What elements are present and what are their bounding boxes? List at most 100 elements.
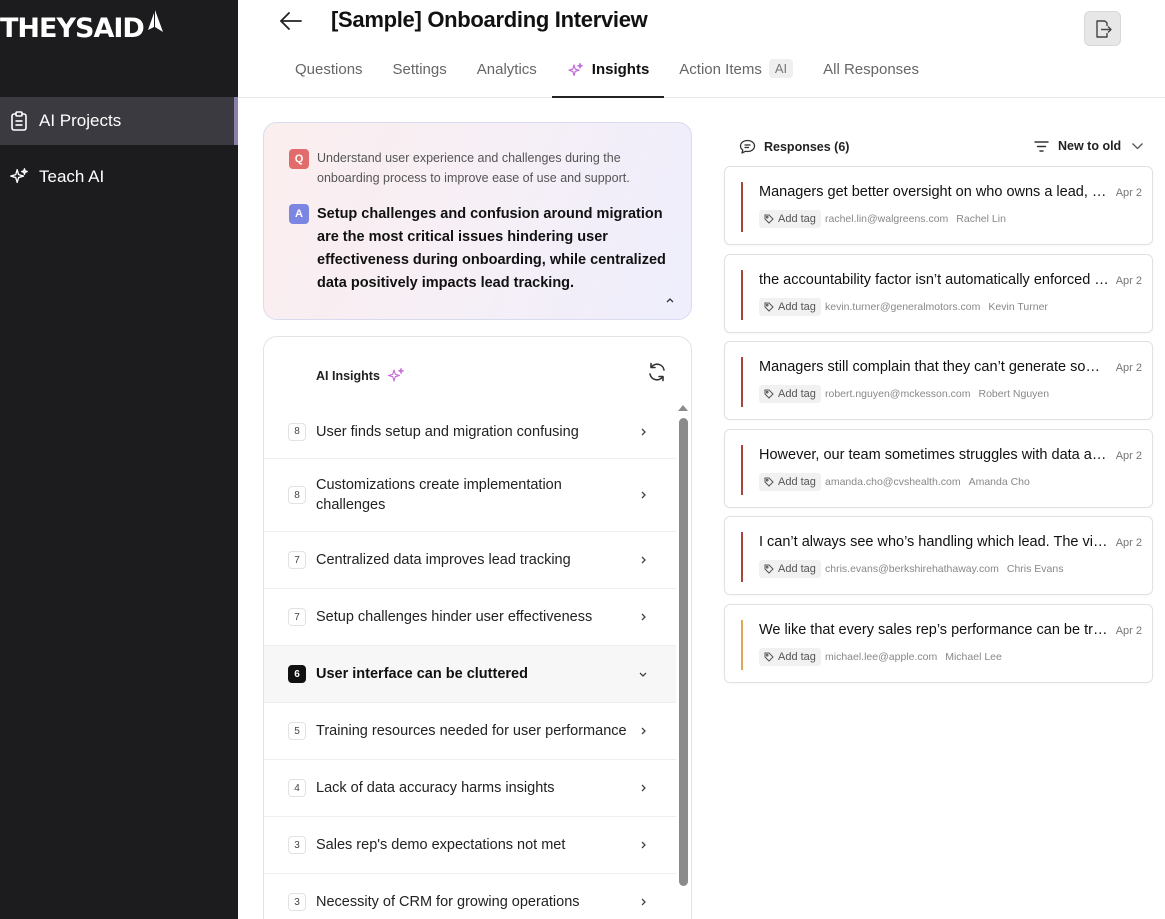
sort-label: New to old xyxy=(1058,139,1122,153)
add-tag-label: Add tag xyxy=(778,651,816,663)
respondent-email: amanda.cho@cvshealth.com xyxy=(825,476,961,488)
add-tag-label: Add tag xyxy=(778,213,816,225)
mention-count: 3 xyxy=(288,893,306,911)
refresh-icon[interactable] xyxy=(646,361,668,383)
research-answer: Setup challenges and confusion around mi… xyxy=(317,206,666,291)
mention-count: 7 xyxy=(288,551,306,569)
response-card[interactable]: Managers get better oversight on who own… xyxy=(724,166,1153,245)
sentiment-bar xyxy=(741,182,743,232)
respondent-email: kevin.turner@generalmotors.com xyxy=(825,301,981,313)
response-date: Apr 2 xyxy=(1115,275,1142,287)
chevron-right-icon xyxy=(641,898,646,906)
tab-action-items[interactable]: Action Items AI xyxy=(664,58,808,98)
insight-label: User finds setup and migration confusing xyxy=(316,423,579,440)
chevron-down-icon xyxy=(639,672,647,677)
response-card[interactable]: I can’t always see who’s handling which … xyxy=(724,516,1153,595)
insights-list: 8 User finds setup and migration confusi… xyxy=(264,405,676,919)
add-tag-button[interactable]: Add tag xyxy=(759,648,821,666)
insight-label: Necessity of CRM for growing operations xyxy=(316,894,580,910)
export-button[interactable] xyxy=(1084,11,1121,46)
sidebar-item-teach-ai[interactable]: Teach AI xyxy=(0,153,238,201)
tab-settings[interactable]: Settings xyxy=(378,58,462,98)
response-card[interactable]: the accountability factor isn’t automati… xyxy=(724,254,1153,333)
add-tag-button[interactable]: Add tag xyxy=(759,560,821,578)
respondent-meta: amanda.cho@cvshealth.com Amanda Cho xyxy=(825,476,1030,488)
chevron-up-icon[interactable] xyxy=(663,293,677,307)
tag-icon xyxy=(764,302,774,312)
mention-count: 6 xyxy=(288,665,306,683)
header: [Sample] Onboarding Interview Questions … xyxy=(238,0,1165,98)
tab-questions[interactable]: Questions xyxy=(280,58,378,98)
ai-insights-header: AI Insights xyxy=(316,367,405,385)
insight-item[interactable]: 3 Necessity of CRM for growing operation… xyxy=(264,874,676,919)
tab-label: Settings xyxy=(392,61,447,78)
insight-label: User interface can be cluttered xyxy=(316,666,528,682)
sidebar-item-ai-projects[interactable]: AI Projects xyxy=(0,97,238,145)
add-tag-label: Add tag xyxy=(778,388,816,400)
respondent-email: chris.evans@berkshirehathaway.com xyxy=(825,563,999,575)
response-date: Apr 2 xyxy=(1115,537,1142,549)
chat-bubble-icon xyxy=(739,139,756,154)
tab-label: All Responses xyxy=(823,61,920,78)
sort-dropdown[interactable]: New to old xyxy=(1034,139,1144,153)
logo-text: THEYSAID xyxy=(0,12,145,44)
response-text: Managers get better oversight on who own… xyxy=(759,184,1111,200)
response-card[interactable]: Managers still complain that they can’t … xyxy=(724,341,1153,420)
add-tag-button[interactable]: Add tag xyxy=(759,473,821,491)
respondent-meta: robert.nguyen@mckesson.com Robert Nguyen xyxy=(825,388,1049,400)
mention-count: 5 xyxy=(288,722,306,740)
tag-icon xyxy=(764,564,774,574)
sentiment-bar xyxy=(741,620,743,670)
respondent-email: michael.lee@apple.com xyxy=(825,651,938,663)
tab-all-responses[interactable]: All Responses xyxy=(808,58,934,98)
logo-sail-icon xyxy=(147,10,163,32)
insight-label: Lack of data accuracy harms insights xyxy=(316,780,555,796)
response-date: Apr 2 xyxy=(1115,625,1142,637)
insight-item[interactable]: 8 User finds setup and migration confusi… xyxy=(264,405,676,459)
app-root: THEYSAID AI Projects Teach AI [Sample] O… xyxy=(0,0,1165,919)
insight-item[interactable]: 4 Lack of data accuracy harms insights xyxy=(264,760,676,817)
respondent-name: Kevin Turner xyxy=(988,301,1048,313)
tab-label: Questions xyxy=(295,61,363,78)
add-tag-button[interactable]: Add tag xyxy=(759,385,821,403)
add-tag-button[interactable]: Add tag xyxy=(759,298,821,316)
insight-label: Setup challenges hinder user effectivene… xyxy=(316,609,593,625)
insight-label: Customizations create implementation cha… xyxy=(316,477,562,513)
scrollbar-thumb[interactable] xyxy=(679,418,688,886)
logo[interactable]: THEYSAID xyxy=(0,8,164,48)
mention-count: 3 xyxy=(288,836,306,854)
research-question: Understand user experience and challenge… xyxy=(317,151,630,185)
insight-item[interactable]: 7 Setup challenges hinder user effective… xyxy=(264,589,676,646)
tab-label: Insights xyxy=(591,61,650,78)
add-tag-button[interactable]: Add tag xyxy=(759,210,821,228)
scrollbar-up-arrow[interactable] xyxy=(678,405,688,411)
respondent-meta: michael.lee@apple.com Michael Lee xyxy=(825,651,1002,663)
sparkles-icon xyxy=(9,167,29,187)
insight-item[interactable]: 7 Centralized data improves lead trackin… xyxy=(264,532,676,589)
mention-count: 4 xyxy=(288,779,306,797)
insight-item[interactable]: 5 Training resources needed for user per… xyxy=(264,703,676,760)
mention-count: 8 xyxy=(288,422,306,441)
insight-item[interactable]: 8 Customizations create implementation c… xyxy=(264,459,676,532)
sparkle-icon xyxy=(568,62,583,76)
tab-analytics[interactable]: Analytics xyxy=(462,58,552,98)
response-text: I can’t always see who’s handling which … xyxy=(759,534,1111,550)
insight-item-expanded[interactable]: 6 User interface can be cluttered xyxy=(264,646,676,703)
response-date: Apr 2 xyxy=(1115,187,1142,199)
tab-label: Analytics xyxy=(476,61,537,78)
tag-icon xyxy=(764,214,774,224)
respondent-name: Chris Evans xyxy=(1006,563,1064,575)
response-text: We like that every sales rep’s performan… xyxy=(759,622,1111,638)
tab-label: Action Items xyxy=(679,61,762,78)
insight-item[interactable]: 3 Sales rep's demo expectations not met xyxy=(264,817,676,874)
response-card[interactable]: We like that every sales rep’s performan… xyxy=(724,604,1153,683)
sort-icon xyxy=(1034,140,1049,152)
chevron-down-icon xyxy=(1132,143,1144,150)
tab-insights[interactable]: Insights xyxy=(551,58,665,98)
insight-label: Centralized data improves lead tracking xyxy=(316,552,571,568)
add-tag-label: Add tag xyxy=(778,476,816,488)
mention-count: 7 xyxy=(288,608,306,626)
tag-icon xyxy=(764,477,774,487)
back-arrow-icon[interactable] xyxy=(278,8,304,34)
response-card[interactable]: However, our team sometimes struggles wi… xyxy=(724,429,1153,508)
